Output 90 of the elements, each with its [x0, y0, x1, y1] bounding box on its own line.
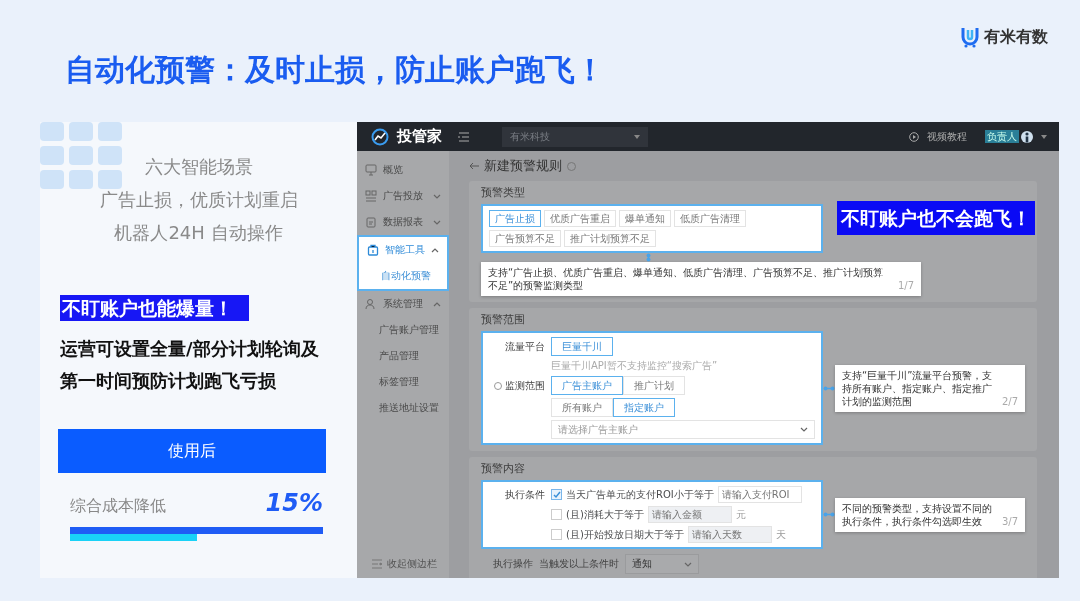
sidebar-item[interactable]: 数据报表	[357, 209, 449, 235]
metric-value: 15%	[265, 489, 323, 517]
condition-label: (且)消耗大于等于	[566, 507, 644, 522]
sidebar-item[interactable]: 智能工具	[359, 237, 447, 263]
intro-text: 广告止损，优质计划重启	[99, 188, 298, 212]
field-label: 监测范围	[505, 378, 545, 393]
slide-title: 自动化预警：及时止损，防止账户跑飞！	[65, 51, 605, 89]
organization-select[interactable]: 有米科技	[502, 126, 648, 147]
connector-line	[823, 385, 835, 391]
unit-label: 天	[775, 527, 786, 542]
sidebar-subitem[interactable]: 自动化预警	[359, 263, 447, 289]
page-title: 新建预警规则	[484, 157, 562, 175]
option-button[interactable]: 所有账户	[551, 398, 613, 417]
option-button[interactable]: 优质广告重启	[544, 210, 616, 227]
field-label: 执行操作	[493, 557, 533, 571]
section-title: 预警内容	[481, 462, 526, 476]
chevron-down-icon	[433, 219, 441, 225]
user-icon	[365, 298, 377, 310]
page-counter: 3/7	[1001, 514, 1018, 528]
callout-banner: 不盯账户也不会跑飞！	[837, 201, 1035, 235]
account-select[interactable]: 请选择广告主账户	[551, 420, 815, 439]
tooltip-text: 支持“广告止损、优质广告重启、爆单通知、低质广告清理、广告预算不足、推广计划预算不足”的预警监测类型	[488, 266, 885, 292]
section-title: 预警类型	[481, 186, 526, 200]
toolbox-icon	[367, 244, 379, 256]
checkbox[interactable]	[551, 529, 562, 540]
check-icon	[552, 490, 561, 499]
option-button[interactable]: 爆单通知	[619, 210, 671, 227]
intro-text: 机器人24H 自动操作	[114, 221, 283, 245]
input-field[interactable]: 请输入支付ROI	[717, 486, 802, 503]
play-circle-icon	[909, 131, 919, 142]
option-button[interactable]: 推广计划预算不足	[564, 230, 656, 247]
metric-label: 综合成本降低	[70, 496, 166, 517]
collapse-icon	[371, 559, 383, 569]
brand-name: 投管家	[397, 127, 442, 146]
option-button[interactable]: 低质广告清理	[674, 210, 746, 227]
chevron-down-icon	[800, 427, 808, 432]
page-counter: 2/7	[1001, 394, 1018, 408]
role-badge: 负责人	[985, 130, 1019, 143]
logo-icon	[960, 26, 980, 48]
sidebar-subitem[interactable]: 标签管理	[357, 369, 449, 395]
menu-icon	[458, 131, 470, 142]
chevron-down-icon	[433, 193, 441, 199]
hint-text: 巨量千川API暂不支持监控“搜索广告”	[551, 359, 719, 373]
sidebar-subitem[interactable]: 推送地址设置	[357, 395, 449, 421]
action-prefix-text: 当触发以上条件时	[539, 557, 619, 571]
option-button[interactable]: 广告预算不足	[489, 230, 561, 247]
chevron-up-icon	[433, 301, 441, 307]
option-button[interactable]: 推广计划	[623, 376, 685, 395]
sidebar-item[interactable]: 系统管理	[357, 291, 449, 317]
caret-icon	[1041, 134, 1047, 139]
checkbox[interactable]	[551, 489, 562, 500]
connector-line	[646, 253, 651, 262]
clipboard-icon	[365, 216, 377, 228]
input-field[interactable]: 请输入金额	[647, 506, 732, 523]
back-arrow-icon	[469, 162, 479, 170]
field-label: 执行条件	[504, 487, 546, 502]
collapse-sidebar-link[interactable]: 收起侧边栏	[387, 557, 437, 571]
after-use-button[interactable]: 使用后	[58, 429, 326, 473]
description-text: 运营可设置全量/部分计划轮询及	[60, 337, 320, 361]
sidebar-item[interactable]: 概览	[357, 157, 449, 183]
section-title: 预警范围	[481, 313, 526, 327]
sidebar-subitem[interactable]: 广告账户管理	[357, 317, 449, 343]
monitor-icon	[365, 164, 377, 176]
tooltip-text: 不同的预警类型，支持设置不同的执行条件，执行条件勾选即生效	[842, 501, 993, 528]
description-text: 第一时间预防计划跑飞亏损	[60, 369, 277, 393]
brand-logo-icon	[371, 127, 389, 146]
option-button[interactable]: 广告止损	[489, 210, 541, 227]
chevron-down-icon	[684, 561, 692, 567]
unit-label: 元	[735, 507, 746, 522]
option-button[interactable]: 指定账户	[613, 398, 675, 417]
condition-label: (且)开始投放日期大于等于	[566, 527, 684, 542]
tooltip-text: 支持“巨量千川”流量平台预警，支持所有账户、指定账户、指定推广计划的监测范围	[842, 368, 994, 408]
checkbox[interactable]	[551, 509, 562, 520]
connector-line	[823, 512, 835, 517]
logo-text: 有米有数	[984, 26, 1048, 48]
sidebar-item[interactable]: 广告投放	[357, 183, 449, 209]
intro-text: 六大智能场景	[144, 155, 253, 179]
page-counter: 1/7	[897, 279, 914, 292]
option-button[interactable]: 广告主账户	[551, 376, 623, 395]
chevron-up-icon	[431, 247, 439, 253]
highlight-heading: 不盯账户也能爆量！	[60, 295, 249, 321]
caret-icon	[634, 134, 640, 139]
video-tutorial-link[interactable]: 视频教程	[927, 129, 967, 144]
action-select[interactable]: 通知	[625, 554, 699, 574]
sidebar-subitem[interactable]: 产品管理	[357, 343, 449, 369]
grid-icon	[365, 190, 377, 202]
condition-label: 当天广告单元的支付ROI小于等于	[566, 487, 714, 502]
field-label: 流量平台	[504, 339, 546, 354]
input-field[interactable]: 请输入天数	[687, 526, 772, 543]
option-button[interactable]: 巨量千川	[551, 337, 613, 356]
